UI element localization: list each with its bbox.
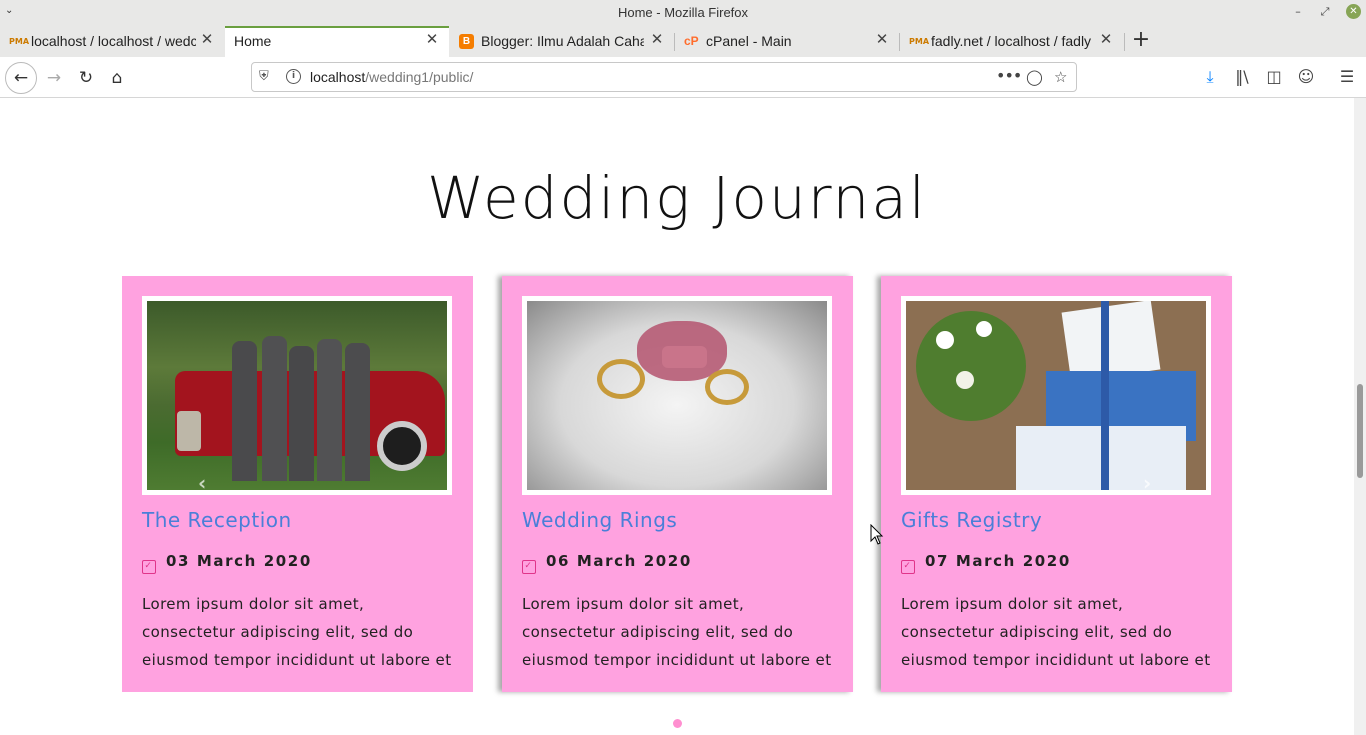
tab-cpanel[interactable]: cP cPanel - Main ✕: [675, 26, 899, 57]
card-date-text: 06 March 2020: [546, 552, 692, 570]
card-title[interactable]: Gifts Registry: [901, 508, 1042, 532]
calendar-check-icon: ✓: [142, 560, 156, 574]
maximize-icon[interactable]: ⤢: [1318, 5, 1332, 19]
card-excerpt: Lorem ipsum dolor sit amet, consectetur …: [142, 595, 452, 669]
account-icon[interactable]: ☺: [1295, 66, 1317, 88]
card-photo: [522, 296, 832, 495]
phpmyadmin-icon: PMA: [9, 37, 30, 46]
hamburger-menu-icon[interactable]: ☰: [1336, 66, 1358, 88]
tab-blogger[interactable]: B Blogger: Ilmu Adalah Cahay ✕: [450, 26, 674, 57]
card-title[interactable]: The Reception: [142, 508, 292, 532]
tab-close-icon[interactable]: ✕: [649, 32, 665, 48]
url-path: /wedding1/public/: [365, 69, 474, 85]
gifts-image: [906, 301, 1206, 490]
url-text[interactable]: localhost/wedding1/public/: [310, 69, 473, 85]
reception-image: [147, 301, 447, 490]
tab-separator: [1124, 33, 1125, 51]
minimize-icon[interactable]: –: [1291, 5, 1305, 19]
tab-close-icon[interactable]: ✕: [424, 32, 440, 48]
wedding-rings-image: [527, 301, 827, 490]
carousel-dot-active[interactable]: [673, 719, 682, 728]
card-photo: [142, 296, 452, 495]
page-title: Wedding Journal: [427, 164, 927, 232]
tab-label: fadly.net / localhost / fadly: [931, 33, 1092, 49]
tab-home[interactable]: Home ✕: [225, 26, 449, 57]
new-tab-icon[interactable]: +: [1130, 29, 1152, 52]
tab-label: Blogger: Ilmu Adalah Cahay: [481, 33, 644, 49]
tab-phpmyadmin-wedding[interactable]: PMA localhost / localhost / wedc ✕: [0, 26, 224, 57]
carousel-prev-icon[interactable]: ‹: [198, 471, 206, 495]
window-titlebar: ⌄ Home - Mozilla Firefox – ⤢ ✕: [0, 0, 1366, 26]
url-host: localhost: [310, 69, 366, 85]
forward-icon[interactable]: →: [40, 64, 68, 92]
reload-icon[interactable]: ↻: [72, 64, 100, 92]
scrollbar-thumb[interactable]: [1357, 384, 1363, 478]
page-scrollbar[interactable]: [1354, 98, 1366, 735]
close-window-icon[interactable]: ✕: [1346, 4, 1361, 19]
carousel-next-icon[interactable]: ›: [1143, 471, 1151, 495]
tab-label: cPanel - Main: [706, 33, 792, 49]
bookmark-star-icon[interactable]: ☆: [1054, 68, 1067, 86]
journal-card[interactable]: ‹ The Reception ✓ 03 March 2020 Lorem ips…: [122, 276, 473, 692]
tab-strip: PMA localhost / localhost / wedc ✕ Home …: [0, 26, 1366, 57]
url-bar[interactable]: ⛨ i localhost/wedding1/public/ ••• ◯ ☆: [251, 62, 1077, 92]
card-date-text: 07 March 2020: [925, 552, 1071, 570]
tab-label: localhost / localhost / wedc: [31, 33, 196, 49]
card-date: ✓ 07 March 2020: [901, 552, 1071, 574]
navigation-toolbar: ← → ↻ ⌂ ⛨ i localhost/wedding1/public/ •…: [0, 57, 1366, 98]
home-icon[interactable]: ⌂: [103, 64, 131, 92]
cpanel-icon: cP: [684, 34, 699, 48]
calendar-check-icon: ✓: [901, 560, 915, 574]
card-date: ✓ 06 March 2020: [522, 552, 692, 574]
card-excerpt: Lorem ipsum dolor sit amet, consectetur …: [901, 595, 1211, 669]
tab-close-icon[interactable]: ✕: [199, 32, 215, 48]
mouse-cursor-icon: [870, 524, 884, 545]
phpmyadmin-icon: PMA: [909, 37, 930, 46]
tab-phpmyadmin-fadly[interactable]: PMA fadly.net / localhost / fadly ✕: [900, 26, 1124, 57]
page-content: Wedding Journal ‹ The Reception ✓ 03 Marc…: [0, 98, 1354, 735]
card-photo: [901, 296, 1211, 495]
tab-close-icon[interactable]: ✕: [874, 32, 890, 48]
site-info-icon[interactable]: i: [286, 69, 301, 84]
page-actions-icon[interactable]: •••: [996, 66, 1022, 85]
download-icon[interactable]: ⤓: [1199, 66, 1221, 88]
journal-card[interactable]: › Gifts Registry ✓ 07 March 2020 Lorem ip…: [881, 276, 1232, 692]
library-icon[interactable]: ‖\: [1231, 66, 1253, 88]
card-date: ✓ 03 March 2020: [142, 552, 312, 574]
card-date-text: 03 March 2020: [166, 552, 312, 570]
back-icon[interactable]: ←: [5, 62, 37, 94]
tab-close-icon[interactable]: ✕: [1098, 32, 1114, 48]
blogger-icon: B: [459, 34, 474, 49]
tab-label: Home: [234, 33, 272, 49]
pocket-icon[interactable]: ◯: [1026, 68, 1043, 86]
sidebar-icon[interactable]: ◫: [1263, 66, 1285, 88]
journal-card[interactable]: Wedding Rings ✓ 06 March 2020 Lorem ipsum…: [502, 276, 853, 692]
card-title[interactable]: Wedding Rings: [522, 508, 677, 532]
card-excerpt: Lorem ipsum dolor sit amet, consectetur …: [522, 595, 832, 669]
calendar-check-icon: ✓: [522, 560, 536, 574]
window-title: Home - Mozilla Firefox: [617, 5, 749, 20]
tracking-shield-icon[interactable]: ⛨: [259, 69, 269, 84]
